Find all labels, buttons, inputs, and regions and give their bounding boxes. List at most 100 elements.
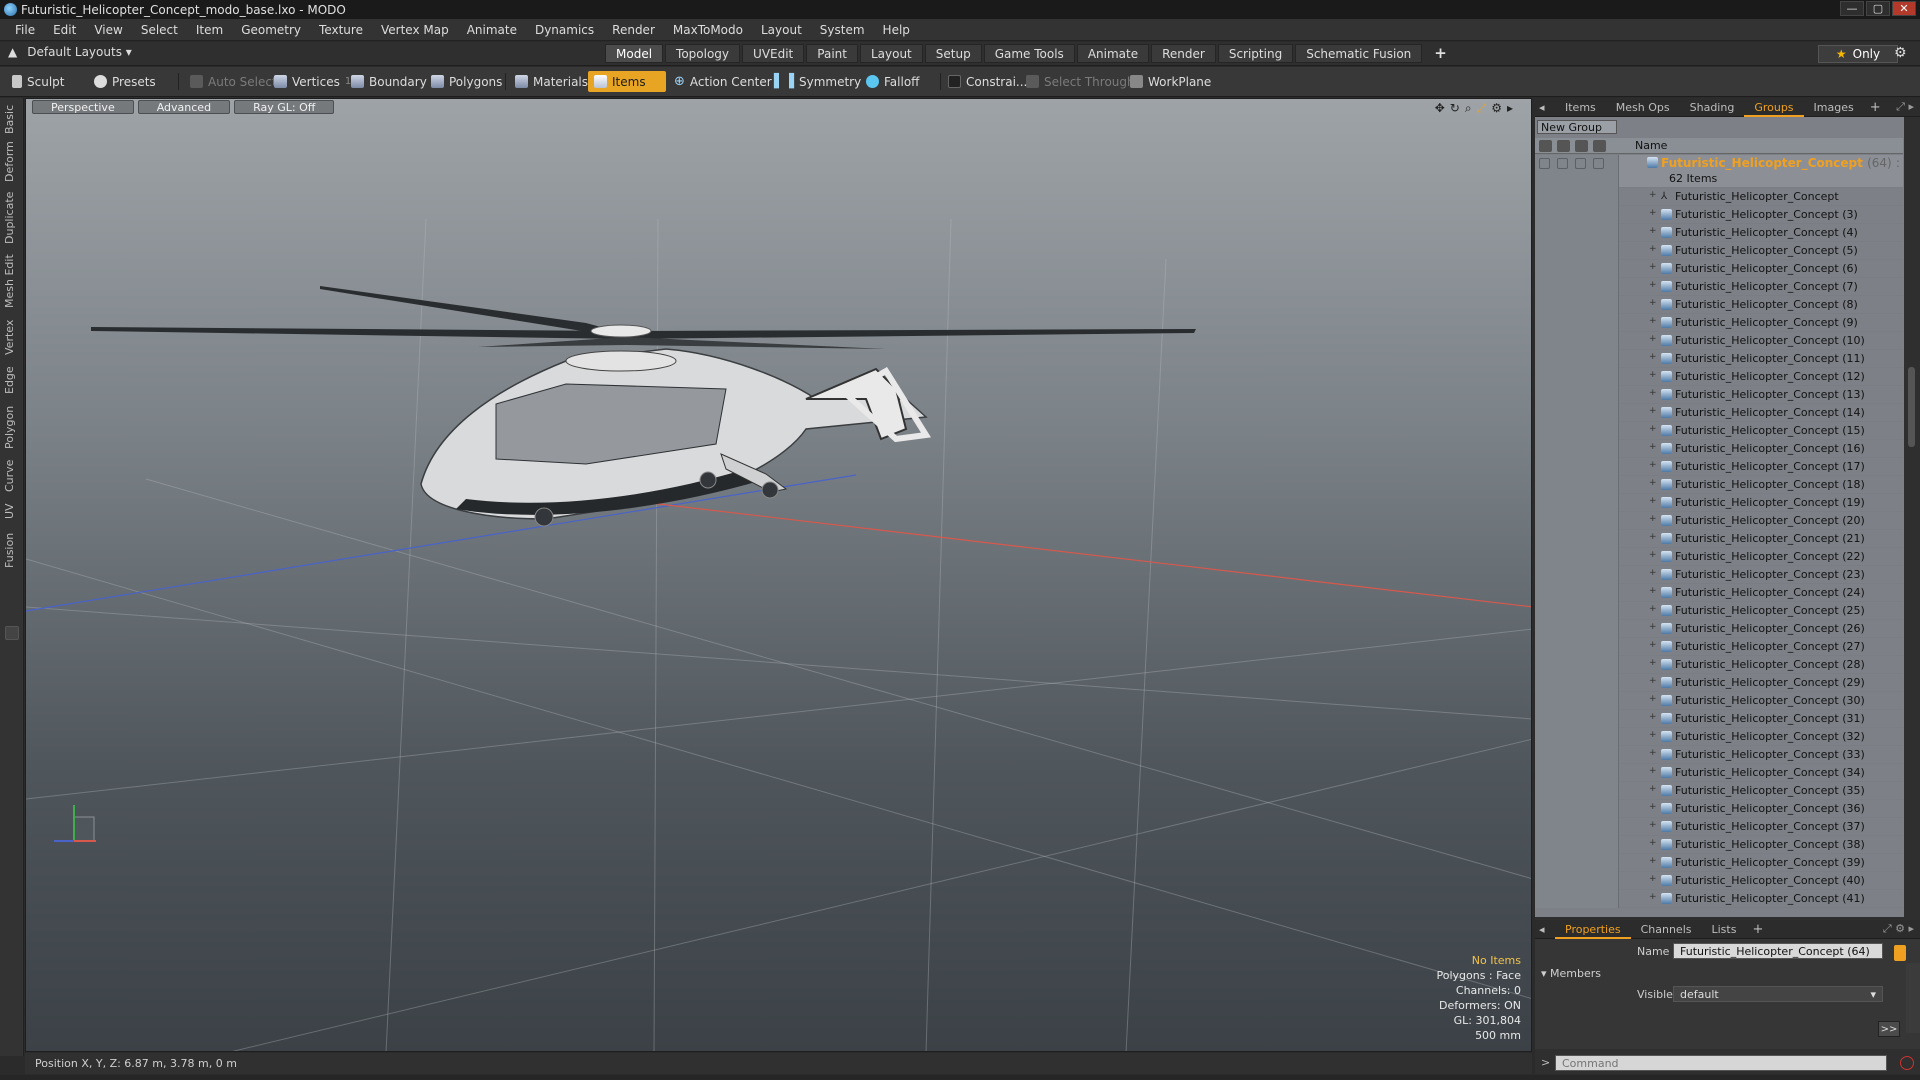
materials-button[interactable]: Materials — [509, 71, 594, 92]
menu-select[interactable]: Select — [132, 19, 187, 41]
list-item[interactable]: + Futuristic_Helicopter_Concept (7) — [1535, 278, 1903, 296]
minimize-button[interactable]: — — [1840, 1, 1864, 16]
expand-icon[interactable]: + — [1649, 766, 1657, 776]
expand-icon[interactable]: + — [1649, 262, 1657, 272]
items-button[interactable]: Items — [588, 71, 666, 92]
list-item[interactable]: + Futuristic_Helicopter_Concept (8) — [1535, 296, 1903, 314]
expand-icon[interactable]: + — [1649, 478, 1657, 488]
list-item[interactable]: + Futuristic_Helicopter_Concept (5) — [1535, 242, 1903, 260]
list-item[interactable]: + Futuristic_Helicopter_Concept (3) — [1535, 206, 1903, 224]
properties-menu-icon[interactable]: ◂ — [1535, 920, 1555, 939]
expand-icon[interactable]: + — [1649, 838, 1657, 848]
expand-icon[interactable]: + — [1649, 892, 1657, 902]
left-panel-toggle[interactable] — [5, 626, 19, 640]
expand-icon[interactable]: + — [1649, 640, 1657, 650]
expand-icon[interactable]: + — [1649, 676, 1657, 686]
list-item[interactable]: + Futuristic_Helicopter_Concept (28) — [1535, 656, 1903, 674]
menu-geometry[interactable]: Geometry — [232, 19, 310, 41]
list-item[interactable]: + Futuristic_Helicopter_Concept (4) — [1535, 224, 1903, 242]
list-item[interactable]: + Futuristic_Helicopter_Concept (30) — [1535, 692, 1903, 710]
tab-schematic-fusion[interactable]: Schematic Fusion — [1295, 44, 1423, 63]
render-column-icon[interactable] — [1557, 140, 1570, 152]
expand-icon[interactable]: + — [1649, 460, 1657, 470]
list-item[interactable]: + Futuristic_Helicopter_Concept (13) — [1535, 386, 1903, 404]
layout-switcher[interactable]: ▲ Default Layouts ▾ — [8, 45, 132, 59]
list-item[interactable]: + Futuristic_Helicopter_Concept (21) — [1535, 530, 1903, 548]
tab-layout[interactable]: Layout — [859, 44, 923, 63]
menu-dynamics[interactable]: Dynamics — [526, 19, 603, 41]
add-tab-button[interactable]: + — [1424, 44, 1457, 63]
pan-icon[interactable]: ✥ — [1435, 101, 1445, 116]
vtab-edge[interactable]: Edge — [3, 364, 21, 396]
list-item[interactable]: + Futuristic_Helicopter_Concept (34) — [1535, 764, 1903, 782]
list-item[interactable]: + Futuristic_Helicopter_Concept (19) — [1535, 494, 1903, 512]
expand-icon[interactable]: + — [1649, 586, 1657, 596]
sculpt-button[interactable]: Sculpt — [6, 71, 70, 92]
list-item[interactable]: + Futuristic_Helicopter_Concept (25) — [1535, 602, 1903, 620]
list-item[interactable]: + Futuristic_Helicopter_Concept (22) — [1535, 548, 1903, 566]
menu-system[interactable]: System — [811, 19, 874, 41]
expand-icon[interactable]: + — [1649, 244, 1657, 254]
list-item[interactable]: + Futuristic_Helicopter_Concept (18) — [1535, 476, 1903, 494]
list-item[interactable]: + Futuristic_Helicopter_Concept (41) — [1535, 890, 1903, 908]
visibility-column-icon[interactable] — [1539, 140, 1552, 152]
list-item[interactable]: + Futuristic_Helicopter_Concept (14) — [1535, 404, 1903, 422]
menu-maxtomodo[interactable]: MaxToModo — [664, 19, 752, 41]
select-toggle-icon[interactable] — [1593, 158, 1604, 169]
expand-icon[interactable]: + — [1649, 568, 1657, 578]
action-center-button[interactable]: ⊕ Action Center — [668, 71, 778, 92]
list-item[interactable]: + Futuristic_Helicopter_Concept (35) — [1535, 782, 1903, 800]
workplane-button[interactable]: WorkPlane — [1124, 71, 1217, 92]
vtab-fusion[interactable]: Fusion — [3, 530, 21, 570]
lock-toggle-icon[interactable] — [1575, 158, 1586, 169]
list-item[interactable]: + ⅄ Futuristic_Helicopter_Concept — [1535, 188, 1903, 206]
vtab-polygon[interactable]: Polygon — [3, 404, 21, 450]
helicopter-model[interactable] — [91, 286, 1196, 527]
tab-channels[interactable]: Channels — [1631, 920, 1702, 939]
new-group-button[interactable]: New Group — [1537, 120, 1617, 134]
list-item[interactable]: + Futuristic_Helicopter_Concept (6) — [1535, 260, 1903, 278]
menu-edit[interactable]: Edit — [44, 19, 85, 41]
boundary-button[interactable]: Boundary — [345, 71, 433, 92]
list-item[interactable]: + Futuristic_Helicopter_Concept (36) — [1535, 800, 1903, 818]
menu-layout[interactable]: Layout — [752, 19, 811, 41]
list-item[interactable]: + Futuristic_Helicopter_Concept (24) — [1535, 584, 1903, 602]
visible-dropdown[interactable]: default ▾ — [1673, 986, 1883, 1002]
tab-uvedit[interactable]: UVEdit — [742, 44, 805, 63]
tab-mesh-ops[interactable]: Mesh Ops — [1606, 98, 1680, 117]
list-item[interactable]: + Futuristic_Helicopter_Concept (16) — [1535, 440, 1903, 458]
menu-animate[interactable]: Animate — [458, 19, 526, 41]
expand-icon[interactable]: + — [1649, 784, 1657, 794]
expand-icon[interactable]: + — [1649, 190, 1657, 200]
menu-file[interactable]: File — [6, 19, 44, 41]
shading-mode-button[interactable]: Advanced — [137, 100, 231, 114]
expand-icon[interactable]: + — [1649, 712, 1657, 722]
list-item[interactable]: + Futuristic_Helicopter_Concept (10) — [1535, 332, 1903, 350]
expand-icon[interactable]: + — [1649, 550, 1657, 560]
tab-topology[interactable]: Topology — [665, 44, 741, 63]
list-item[interactable]: + Futuristic_Helicopter_Concept (31) — [1535, 710, 1903, 728]
tab-properties[interactable]: Properties — [1555, 920, 1631, 939]
symmetry-button[interactable]: ▌▐ Symmetry — [768, 71, 867, 92]
vertices-button[interactable]: Vertices 1 — [268, 71, 357, 92]
expand-icon[interactable]: + — [1649, 226, 1657, 236]
polygons-button[interactable]: Polygons — [425, 71, 508, 92]
view-mode-button[interactable]: Perspective — [32, 100, 134, 114]
members-section[interactable]: ▾ Members — [1541, 967, 1601, 980]
list-item[interactable]: + Futuristic_Helicopter_Concept (33) — [1535, 746, 1903, 764]
only-button[interactable]: ★ Only — [1818, 45, 1898, 63]
tab-model[interactable]: Model — [605, 44, 664, 63]
viewport-settings-icon[interactable]: ⚙ — [1491, 101, 1502, 116]
properties-expand-icon[interactable]: ⤢ ⚙ ▸ — [1883, 922, 1914, 936]
zoom-icon[interactable]: ⌕ — [1465, 101, 1472, 116]
tab-setup[interactable]: Setup — [924, 44, 982, 63]
add-panel-tab-button[interactable]: + — [1864, 100, 1887, 115]
vtab-vertex[interactable]: Vertex — [3, 318, 21, 356]
tab-items[interactable]: Items — [1555, 98, 1606, 117]
list-item[interactable]: + Futuristic_Helicopter_Concept (20) — [1535, 512, 1903, 530]
expand-icon[interactable]: + — [1649, 424, 1657, 434]
name-column-header[interactable]: Name — [1635, 139, 1667, 152]
list-item[interactable]: + Futuristic_Helicopter_Concept (39) — [1535, 854, 1903, 872]
list-item[interactable]: + Futuristic_Helicopter_Concept (29) — [1535, 674, 1903, 692]
gear-icon[interactable]: ⚙ — [1894, 45, 1907, 61]
